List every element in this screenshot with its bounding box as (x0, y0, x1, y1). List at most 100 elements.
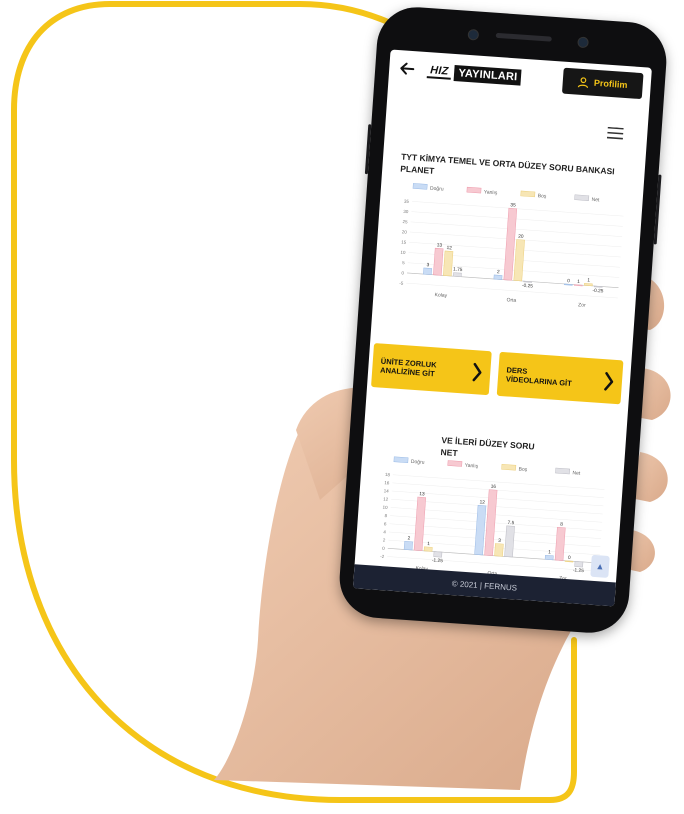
phone-camera (467, 28, 480, 41)
data-label: 7.5 (507, 520, 514, 526)
y-tick-label: 30 (403, 209, 409, 214)
profile-button[interactable]: Profilim (561, 67, 644, 100)
data-label: 16 (490, 484, 496, 490)
legend-swatch (447, 460, 463, 467)
chevron-right-icon (472, 362, 482, 382)
data-label: 1.75 (453, 267, 463, 274)
app-header: HIZ YAYINLARI Profilim (387, 50, 652, 114)
y-tick-label: 10 (400, 250, 406, 255)
scroll-to-top-button[interactable]: ▲ (590, 554, 610, 578)
data-label: 8 (560, 521, 563, 527)
unite-analysis-button[interactable]: ÜNİTE ZORLUK ANALİZİNE GİT (371, 343, 492, 396)
data-label: 35 (510, 202, 516, 208)
data-label: 3 (498, 538, 501, 544)
legend-swatch (393, 456, 409, 463)
bar (453, 272, 462, 277)
data-label: -0.25 (592, 288, 604, 295)
legend-swatch (574, 194, 590, 201)
bar (504, 525, 515, 558)
y-tick-label: 35 (404, 199, 410, 204)
chart-1: Doğru Yanlış Boş Net 35 30 25 20 15 10 5 0 -5 3 13 12 1.… (383, 178, 631, 314)
back-arrow-icon[interactable] (399, 60, 416, 77)
y-tick-label: 15 (401, 240, 407, 245)
data-label: 1 (577, 279, 580, 285)
data-label: 1 (548, 549, 551, 555)
ders-videos-label: DERS VİDEOLARINA GİT (505, 365, 573, 388)
data-label: 2 (407, 535, 410, 541)
phone-speaker (495, 32, 552, 42)
y-tick-label: 2 (383, 538, 386, 543)
bar (494, 543, 504, 557)
data-label: 12 (446, 245, 452, 251)
y-tick-label: 5 (402, 260, 405, 265)
bar (513, 239, 525, 282)
data-label: -1.25 (432, 558, 444, 565)
bar (433, 247, 444, 276)
bar (544, 554, 554, 561)
legend-label: Yanlış (465, 463, 479, 470)
data-label: 0 (567, 278, 570, 284)
data-label: 1 (587, 277, 590, 283)
x-tick-label: Kolay (434, 292, 447, 299)
data-label: -0.25 (522, 283, 534, 290)
phone-sensor (577, 36, 589, 49)
bar (443, 250, 454, 277)
bar (474, 505, 487, 556)
smartphone: HIZ YAYINLARI Profilim TYT KİMYA TEMEL V… (337, 4, 669, 636)
y-tick-label: 8 (384, 513, 387, 518)
data-label: 3 (426, 262, 429, 268)
grid-line (392, 474, 605, 490)
data-label: 13 (437, 242, 443, 248)
legend-label: Doğru (430, 186, 444, 193)
bar (584, 283, 593, 287)
legend-swatch (466, 186, 482, 194)
phone-screen: HIZ YAYINLARI Profilim TYT KİMYA TEMEL V… (352, 49, 652, 607)
unite-analysis-label: ÜNİTE ZORLUK ANALİZİNE GİT (379, 356, 437, 379)
y-tick-label: 10 (382, 505, 388, 510)
legend-swatch (520, 190, 536, 198)
bar (574, 561, 584, 568)
y-tick-label: 20 (402, 229, 408, 234)
legend-label: Doğru (411, 459, 425, 466)
data-label: -1.25 (573, 567, 585, 574)
y-tick-label: 12 (383, 496, 389, 501)
y-tick-label: 6 (384, 521, 387, 526)
hamburger-menu-icon[interactable] (606, 126, 624, 140)
y-tick-label: -5 (399, 280, 404, 285)
logo-part2: YAYINLARI (453, 65, 522, 86)
legend-swatch (555, 467, 571, 475)
x-tick-label: Orta (506, 297, 516, 304)
legend-label: Boş (518, 466, 528, 473)
legend-swatch (501, 464, 517, 471)
brand-logo[interactable]: HIZ YAYINLARI (426, 62, 522, 87)
data-label: 2 (497, 269, 500, 275)
chevron-right-icon (604, 372, 614, 391)
bar (493, 274, 503, 280)
chevron-up-icon: ▲ (595, 561, 605, 572)
data-label: 13 (419, 491, 425, 497)
bar (403, 541, 413, 551)
y-tick-label: -2 (380, 554, 385, 559)
data-label: 0 (568, 555, 571, 561)
y-tick-label: 18 (385, 472, 391, 477)
y-tick-label: 25 (402, 219, 408, 224)
ders-videos-button[interactable]: DERS VİDEOLARINA GİT (496, 351, 624, 405)
legend-label: Net (572, 470, 581, 477)
legend-label: Net (591, 197, 600, 204)
y-tick-label: 0 (401, 270, 404, 275)
bar (423, 267, 433, 275)
data-label: 12 (479, 499, 485, 505)
data-label: 1 (427, 541, 430, 547)
bar (554, 527, 566, 561)
logo-part1: HIZ (426, 64, 452, 80)
profile-label: Profilim (593, 77, 628, 91)
footer-copyright: © 2021 | FERNUS (451, 578, 518, 593)
legend-label: Boş (538, 193, 548, 200)
legend-swatch (412, 183, 428, 190)
bar (433, 551, 443, 558)
y-tick-label: 14 (384, 488, 390, 493)
x-tick-label: Zor (578, 302, 586, 309)
legend-label: Yanlış (484, 189, 498, 196)
user-icon (578, 76, 589, 88)
y-tick-label: 16 (384, 480, 390, 485)
